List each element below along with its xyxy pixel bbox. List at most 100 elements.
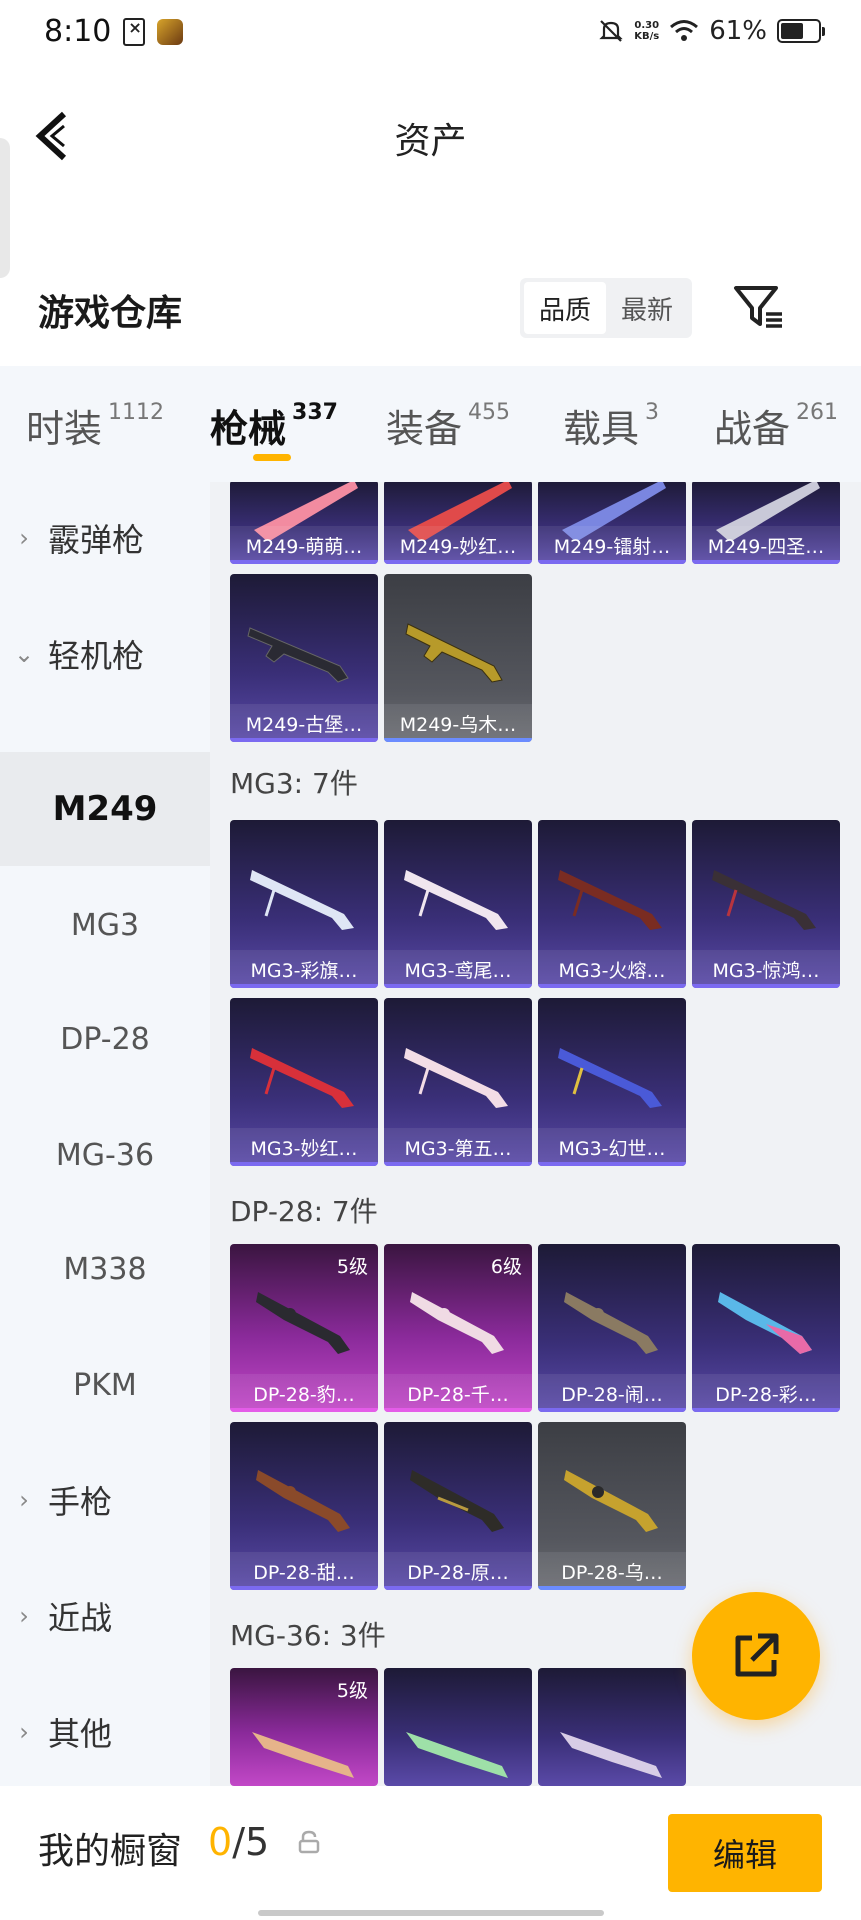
tab-supplies[interactable]: 战备 261 — [714, 398, 838, 453]
sidebar-item-pistol[interactable]: › 手枪 — [0, 1444, 210, 1556]
item-card[interactable]: 5级 DP-28-豹… — [230, 1244, 378, 1412]
item-card[interactable] — [384, 1668, 532, 1786]
gun-icon — [405, 623, 503, 683]
net-speed: 0.30 KB/s — [634, 20, 659, 42]
item-level: 5级 — [336, 1256, 368, 1278]
warehouse-title: 游戏仓库 — [38, 293, 183, 334]
sort-quality-button[interactable]: 品质 — [524, 282, 606, 334]
external-link-icon — [735, 1633, 779, 1677]
item-name: MG3-妙红… — [230, 1128, 378, 1166]
item-name: DP-28-豹… — [230, 1374, 378, 1412]
status-bar: 8:10 0.30 KB/s 61% — [0, 0, 861, 68]
item-card[interactable]: 6级 DP-28-千… — [384, 1244, 532, 1412]
showcase-label: 我的橱窗 — [38, 1831, 183, 1872]
gun-icon — [406, 1732, 508, 1778]
item-card[interactable]: M249-镭射… — [538, 482, 686, 564]
item-card[interactable]: MG3-鸢尾… — [384, 820, 532, 988]
sidebar-sub-pkm[interactable]: PKM — [0, 1328, 210, 1442]
tab-fashion[interactable]: 时装 1112 — [26, 398, 164, 453]
sidebar-item-other[interactable]: › 其他 — [0, 1676, 210, 1786]
rarity-edge — [538, 1408, 686, 1412]
gun-icon — [252, 1732, 354, 1778]
sidebar-item-label: 其他 — [48, 1715, 113, 1753]
item-card[interactable]: DP-28-原… — [384, 1422, 532, 1590]
item-card[interactable]: MG3-彩旗… — [230, 820, 378, 988]
item-card[interactable]: DP-28-乌… — [538, 1422, 686, 1590]
rarity-edge — [230, 560, 378, 564]
item-card[interactable]: 5级 — [230, 1668, 378, 1786]
sidebar-item-melee[interactable]: › 近战 — [0, 1560, 210, 1672]
wifi-icon — [670, 20, 699, 41]
status-time: 8:10 — [44, 14, 112, 49]
item-card[interactable] — [538, 1668, 686, 1786]
showcase-count: 0/5 — [208, 1820, 269, 1864]
net-speed-value: 0.30 — [634, 20, 660, 31]
showcase-total: /5 — [232, 1820, 270, 1864]
sidebar-sub-m338[interactable]: M338 — [0, 1212, 210, 1326]
chevron-right-icon: › — [19, 1602, 29, 1630]
rarity-edge — [538, 1162, 686, 1166]
bottom-bar: 我的橱窗 0/5 编辑 — [0, 1786, 861, 1920]
item-card[interactable]: MG3-第五… — [384, 998, 532, 1166]
share-fab-button[interactable] — [692, 1592, 820, 1720]
sidebar-item-label: 近战 — [48, 1599, 113, 1637]
item-card[interactable]: M249-妙红… — [384, 482, 532, 564]
rarity-edge — [384, 738, 532, 742]
sidebar: › 霰弹枪 ⌄ 轻机枪 M249 MG3 DP-28 MG-36 M338 PK… — [0, 482, 210, 1786]
rarity-edge — [538, 560, 686, 564]
filter-button[interactable] — [732, 282, 788, 332]
sidebar-sub-dp28[interactable]: DP-28 — [0, 982, 210, 1096]
item-name: MG3-幻世… — [538, 1128, 686, 1166]
sidebar-item-label: 轻机枪 — [48, 637, 145, 675]
rarity-edge — [384, 1408, 532, 1412]
item-card[interactable]: DP-28-彩… — [692, 1244, 840, 1412]
item-name: M249-四圣… — [692, 526, 840, 564]
edit-button[interactable]: 编辑 — [668, 1814, 822, 1892]
item-card[interactable]: MG3-火熔… — [538, 820, 686, 988]
tab-count: 3 — [645, 400, 660, 425]
rarity-edge — [230, 1162, 378, 1166]
gun-icon — [256, 1470, 350, 1532]
battery-percent: 61% — [709, 16, 767, 46]
item-card[interactable]: M249-古堡… — [230, 574, 378, 742]
tab-equipment[interactable]: 装备 455 — [386, 398, 510, 453]
gun-icon — [250, 1048, 354, 1108]
item-name: M249-古堡… — [230, 704, 378, 742]
item-level: 6级 — [490, 1256, 522, 1278]
section-title-mg3: MG3: 7件 — [230, 767, 358, 800]
game-app-icon — [157, 18, 184, 45]
item-card[interactable]: MG3-惊鸿… — [692, 820, 840, 988]
sidebar-item-label: 手枪 — [48, 1483, 113, 1521]
item-card[interactable]: DP-28-闹… — [538, 1244, 686, 1412]
item-card[interactable]: M249-四圣… — [692, 482, 840, 564]
lock-icon — [298, 1830, 320, 1854]
rarity-edge — [384, 1586, 532, 1590]
active-tab-indicator — [253, 454, 291, 461]
chevron-down-icon: ⌄ — [13, 640, 35, 668]
home-indicator — [258, 1910, 604, 1916]
tab-label: 载具 — [563, 407, 640, 451]
sort-newest-button[interactable]: 最新 — [606, 282, 688, 334]
item-card[interactable]: DP-28-甜… — [230, 1422, 378, 1590]
net-speed-unit: KB/s — [634, 31, 660, 42]
item-name: MG3-鸢尾… — [384, 950, 532, 988]
sidebar-sub-mg36[interactable]: MG-36 — [0, 1098, 210, 1212]
item-card[interactable]: M249-萌萌… — [230, 482, 378, 564]
sidebar-item-shotgun[interactable]: › 霰弹枪 — [0, 482, 210, 594]
tab-count: 455 — [468, 400, 511, 425]
gun-icon — [558, 1048, 662, 1108]
rarity-edge — [692, 1408, 840, 1412]
showcase-current: 0 — [208, 1820, 233, 1864]
sidebar-item-lmg[interactable]: ⌄ 轻机枪 — [0, 598, 210, 710]
sidebar-sub-m249[interactable]: M249 — [0, 752, 210, 866]
chevron-right-icon: › — [19, 1486, 29, 1514]
tab-firearms[interactable]: 枪械 337 — [210, 398, 338, 453]
sidebar-sub-mg3[interactable]: MG3 — [0, 868, 210, 982]
tab-vehicles[interactable]: 载具 3 — [563, 398, 659, 453]
filter-icon — [734, 286, 782, 328]
item-level: 5级 — [336, 1680, 368, 1702]
item-card[interactable]: MG3-幻世… — [538, 998, 686, 1166]
rarity-edge — [230, 1408, 378, 1412]
item-card[interactable]: MG3-妙红… — [230, 998, 378, 1166]
item-card[interactable]: M249-乌木… — [384, 574, 532, 742]
